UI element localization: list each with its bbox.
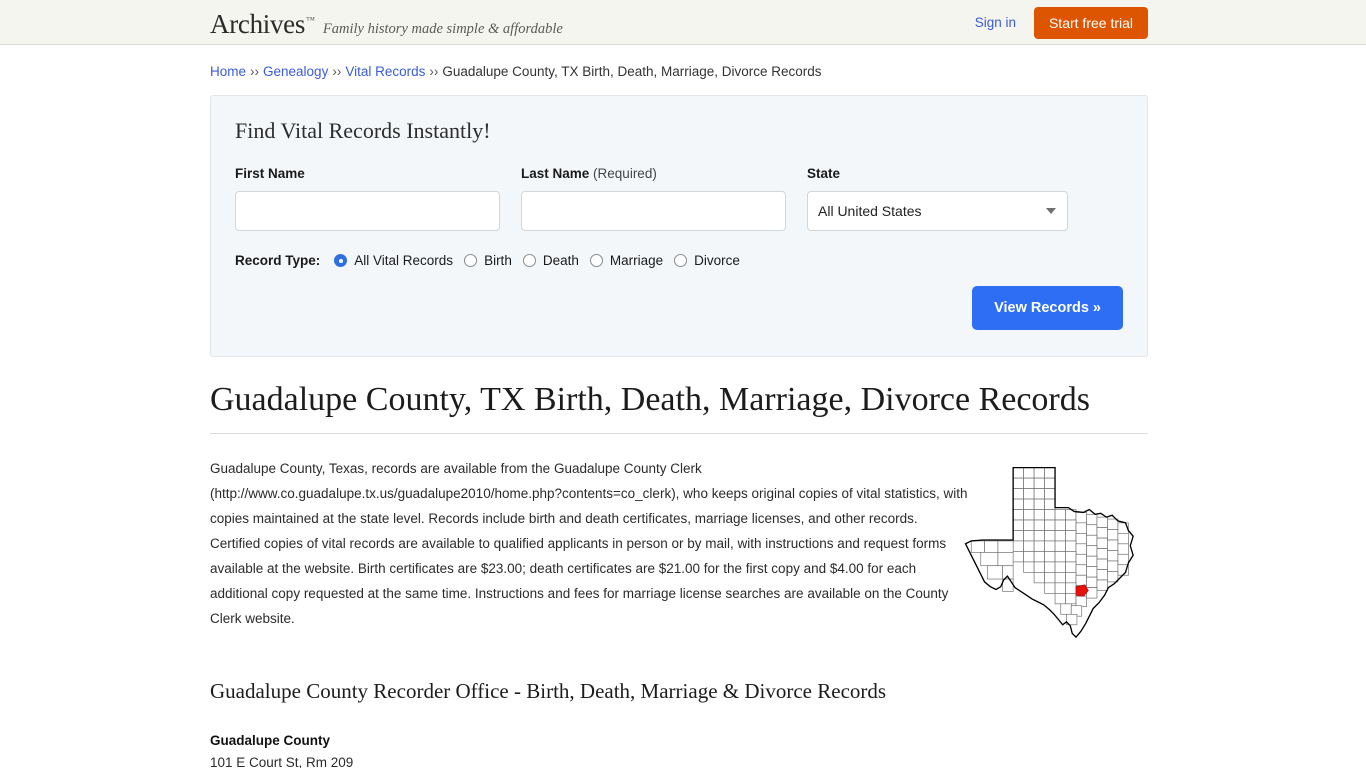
state-select-wrapper: All United States: [807, 191, 1068, 231]
logo-wordmark: Archives: [210, 9, 306, 39]
recorder-office-address: Guadalupe County 101 E Court St, Rm 209 …: [210, 730, 1148, 768]
record-type-option-divorce-label: Divorce: [694, 253, 740, 268]
record-type-option-divorce[interactable]: Divorce: [674, 253, 740, 268]
radio-icon-birth[interactable]: [464, 254, 478, 267]
state-select[interactable]: All United States: [807, 191, 1068, 231]
radio-icon-divorce[interactable]: [674, 254, 688, 267]
page-title: Guadalupe County, TX Birth, Death, Marri…: [210, 381, 1148, 434]
breadcrumb: Home ›› Genealogy ›› Vital Records ›› Guadalup…: [210, 45, 1148, 83]
recorder-office-subheading: Guadalupe County Recorder Office - Birth…: [210, 679, 887, 703]
record-type-option-birth-label: Birth: [484, 253, 512, 268]
page-body: Home ›› Genealogy ›› Vital Records ›› Guadalup…: [0, 45, 1366, 768]
last-name-label-text: Last Name: [521, 166, 590, 181]
content-block: Guadalupe County, Texas, records are ava…: [210, 456, 1148, 768]
site-header: Archives ™ Family history made simple & …: [0, 0, 1366, 45]
first-name-field-group: First Name: [235, 166, 500, 231]
header-actions: Sign in Start free trial: [975, 0, 1148, 45]
intro-paragraph: Guadalupe County, Texas, records are ava…: [210, 461, 968, 626]
state-label: State: [807, 166, 841, 181]
breadcrumb-item-vital-records[interactable]: Vital Records: [345, 64, 425, 79]
last-name-field-group: Last Name (Required): [521, 166, 786, 231]
first-name-input[interactable]: [235, 191, 500, 231]
breadcrumb-item-home[interactable]: Home: [210, 64, 246, 79]
record-type-option-marriage-label: Marriage: [609, 253, 664, 268]
breadcrumb-separator: ››: [250, 64, 260, 79]
record-type-label: Record Type:: [235, 253, 321, 268]
radio-icon-all[interactable]: [334, 254, 348, 267]
breadcrumb-item-genealogy[interactable]: Genealogy: [263, 64, 328, 79]
state-field-group: State All United States: [807, 166, 1068, 231]
trademark-icon: ™: [306, 15, 315, 25]
breadcrumb-separator: ››: [332, 64, 342, 79]
record-type-row: Record Type: All Vital Records Birth Dea…: [235, 253, 1123, 268]
last-name-input[interactable]: [521, 191, 786, 231]
radio-icon-death[interactable]: [522, 254, 536, 267]
texas-county-map-image: [964, 466, 1134, 639]
start-free-trial-button[interactable]: Start free trial: [1033, 6, 1148, 39]
last-name-label: Last Name (Required): [521, 166, 786, 181]
view-records-button[interactable]: View Records »: [972, 286, 1123, 330]
record-type-option-all[interactable]: All Vital Records: [334, 253, 453, 268]
first-name-label: First Name: [235, 166, 305, 181]
breadcrumb-separator: ››: [429, 64, 439, 79]
breadcrumb-item-current: Guadalupe County, TX Birth, Death, Marri…: [442, 64, 822, 79]
address-street: 101 E Court St, Rm 209: [210, 755, 354, 768]
record-type-option-marriage[interactable]: Marriage: [589, 253, 664, 268]
search-submit-row: View Records »: [235, 286, 1123, 330]
sign-in-link[interactable]: Sign in: [975, 15, 1016, 30]
site-logo[interactable]: Archives ™ Family history made simple & …: [210, 11, 563, 38]
search-fields-row: First Name Last Name (Required) State Al…: [235, 166, 1123, 231]
search-panel-title: Find Vital Records Instantly!: [235, 118, 491, 143]
radio-icon-marriage[interactable]: [589, 254, 603, 267]
record-type-option-death-label: Death: [542, 253, 579, 268]
record-type-option-all-label: All Vital Records: [354, 253, 454, 268]
last-name-required-note: (Required): [593, 166, 657, 181]
address-office-name: Guadalupe County: [210, 733, 331, 748]
vital-records-search-panel: Find Vital Records Instantly! First Name…: [210, 95, 1148, 357]
record-type-option-death[interactable]: Death: [522, 253, 579, 268]
record-type-option-birth[interactable]: Birth: [464, 253, 512, 268]
logo-tagline: Family history made simple & affordable: [322, 21, 563, 37]
